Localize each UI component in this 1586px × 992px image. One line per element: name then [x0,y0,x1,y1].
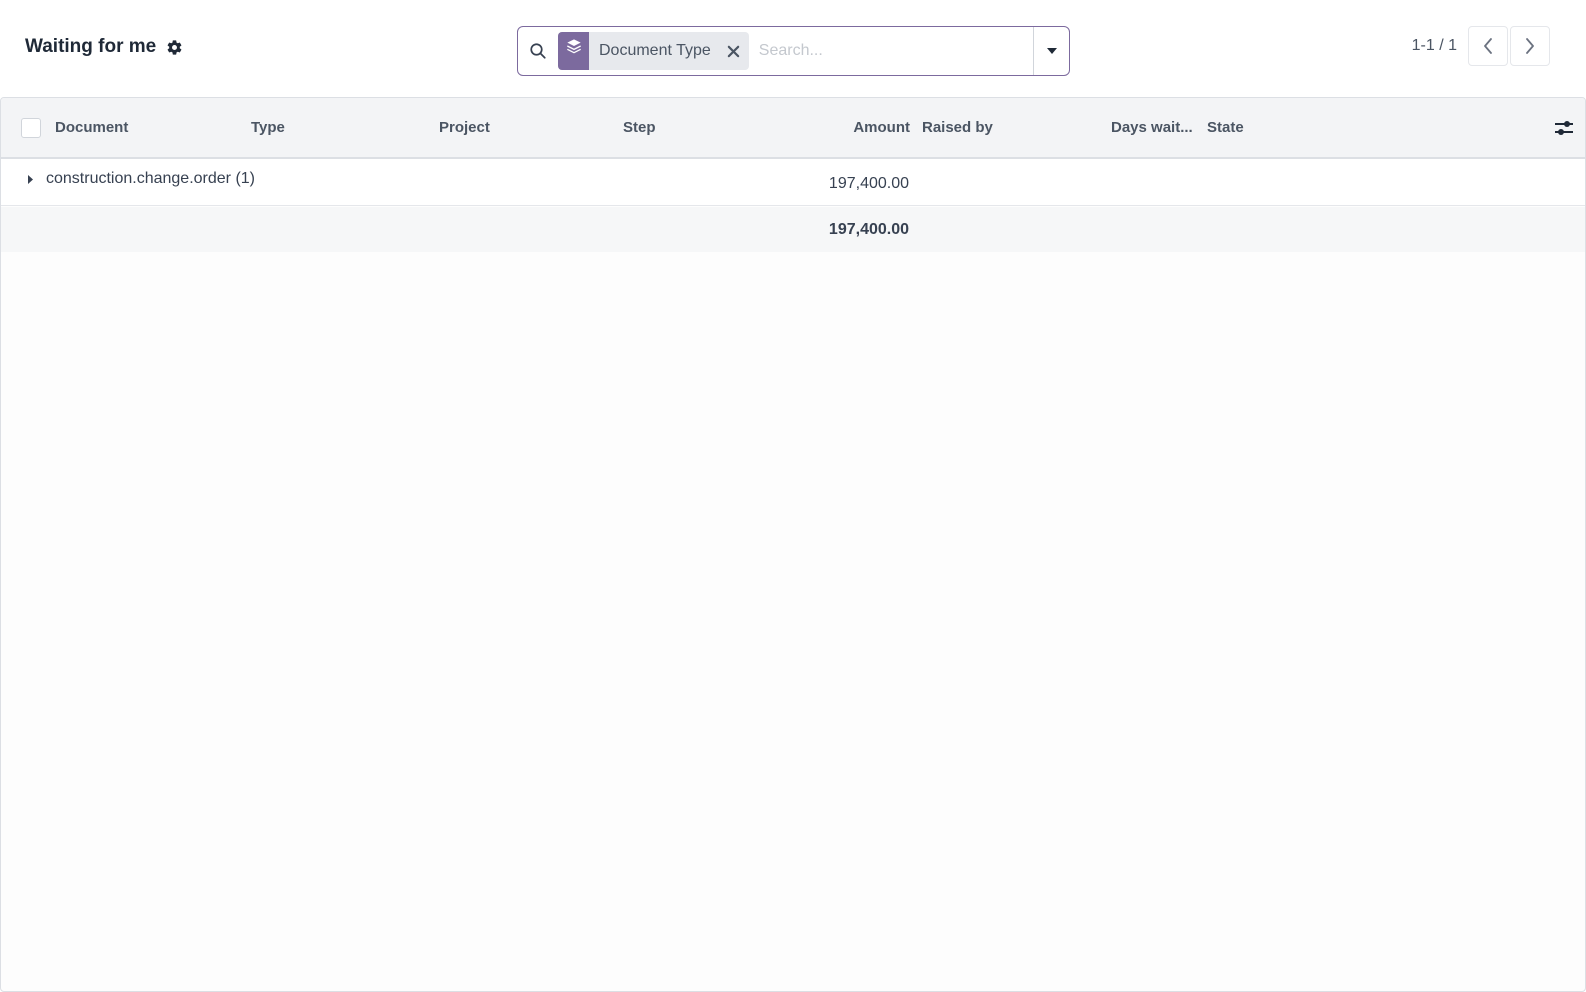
pager-value[interactable]: 1-1 / 1 [1412,37,1457,55]
amount-total: 197,400.00 [828,221,909,238]
chevron-down-icon[interactable] [1033,27,1069,75]
column-header-amount[interactable]: Amount [701,98,910,157]
column-header-days-waiting[interactable]: Days wait... [1111,98,1193,157]
column-header-raised-by[interactable]: Raised by [922,98,993,157]
layers-icon [558,32,589,70]
search-bar: Document Type [517,26,1070,76]
list-view: Document Type Project Step Amount Raised… [0,97,1586,992]
pager: 1-1 / 1 [1412,26,1550,66]
gear-icon[interactable] [165,38,183,56]
group-row[interactable]: construction.change.order (1) 197,400.00 [1,159,1585,206]
pager-next-button[interactable] [1510,26,1550,66]
chevron-left-icon [1484,38,1492,54]
column-header-state[interactable]: State [1207,98,1244,157]
column-header-type[interactable]: Type [251,98,285,157]
search-facet: Document Type [558,32,749,70]
search-icon[interactable] [518,27,558,75]
chevron-right-icon [1526,38,1534,54]
page-title: Waiting for me [25,36,157,57]
select-all-checkbox[interactable] [21,118,41,138]
control-panel: Waiting for me Document Type Search... 1… [0,0,1586,97]
column-header-project[interactable]: Project [439,98,490,157]
list-footer: 197,400.00 [1,207,1585,252]
facet-label: Document Type [599,42,711,59]
pager-previous-button[interactable] [1468,26,1508,66]
list-header: Document Type Project Step Amount Raised… [1,98,1585,159]
group-amount: 197,400.00 [828,175,909,192]
group-label: construction.change.order (1) [46,170,255,187]
optional-columns-button[interactable] [1543,98,1585,157]
search-input[interactable] [748,28,1033,74]
column-header-document[interactable]: Document [55,98,128,157]
facet-remove-icon[interactable] [721,32,747,70]
breadcrumb: Waiting for me [25,36,183,58]
column-header-step[interactable]: Step [623,98,656,157]
caret-right-icon [28,175,33,184]
sliders-icon [1555,120,1573,135]
